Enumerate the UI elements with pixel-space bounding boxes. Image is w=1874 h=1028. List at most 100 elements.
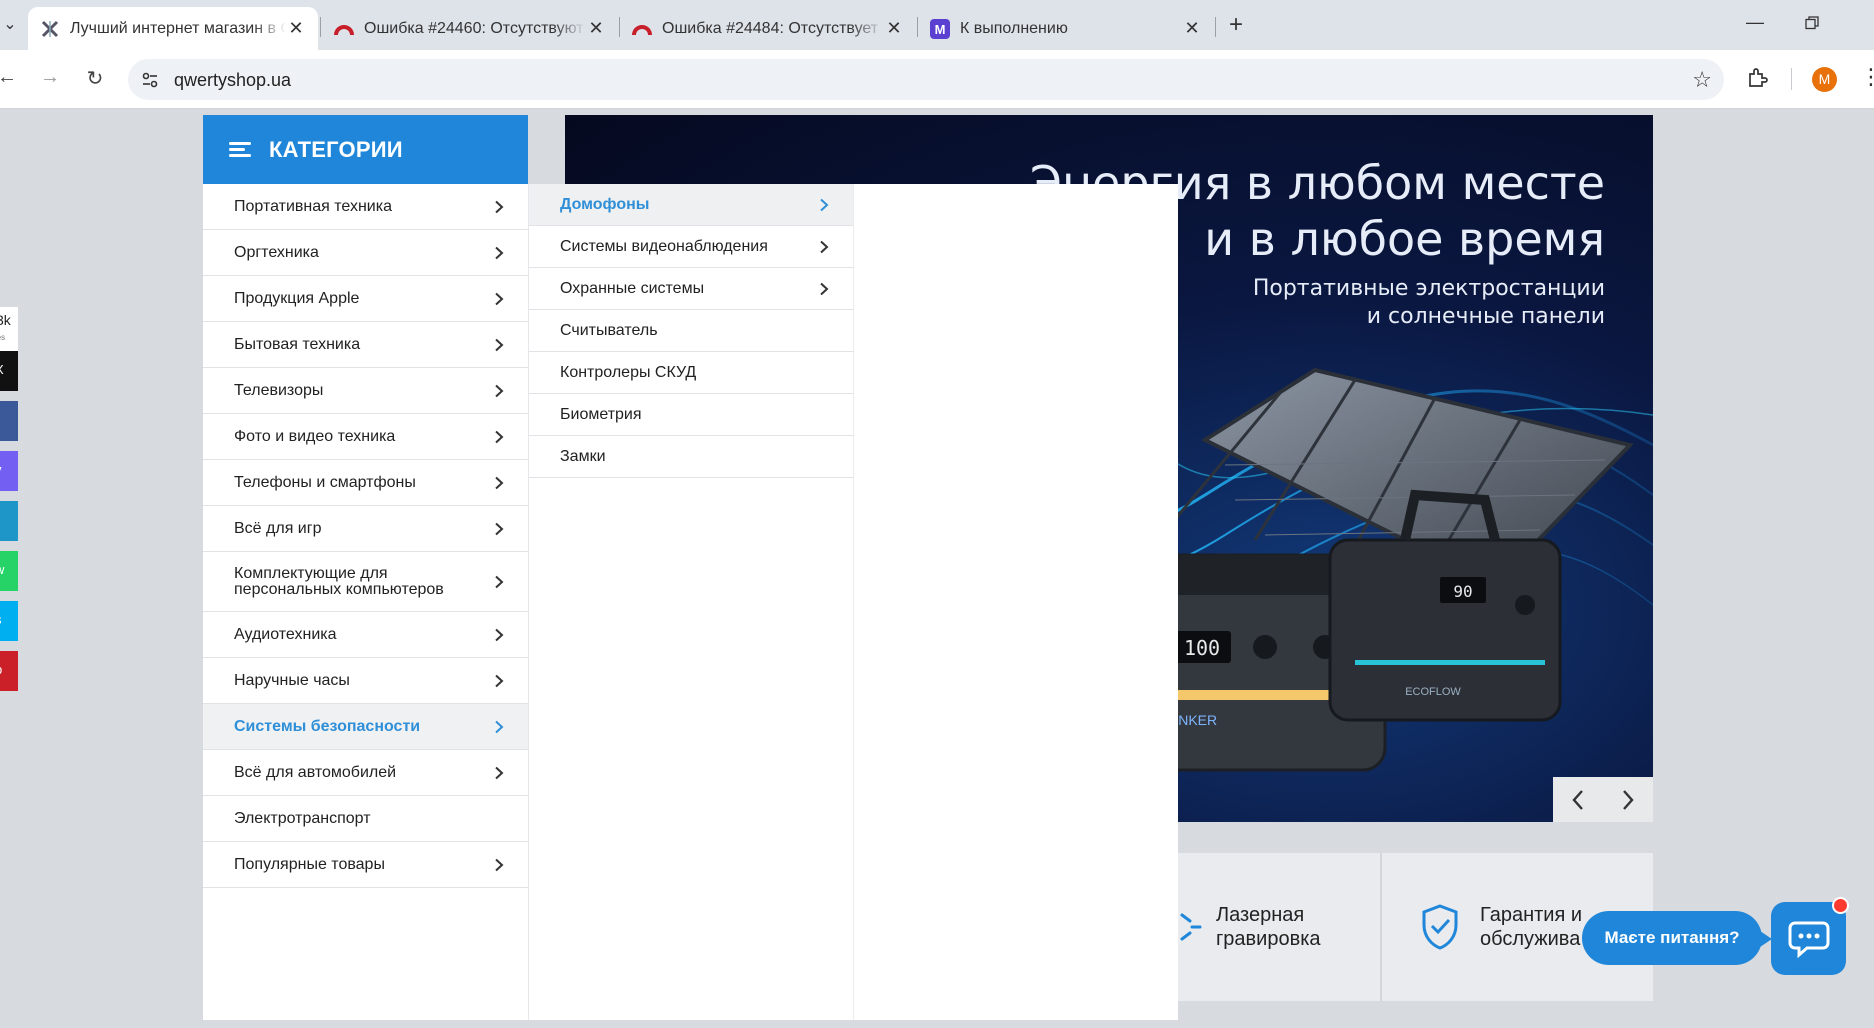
category-label: Аудиотехника xyxy=(234,625,337,643)
chat-prompt-bubble[interactable]: Маєте питання? xyxy=(1582,911,1772,965)
slider-prev-button[interactable] xyxy=(1553,777,1603,822)
share-telegram-button[interactable]: t xyxy=(0,501,18,541)
category-item[interactable]: Всё для автомобилей xyxy=(203,750,528,796)
slider-next-button[interactable] xyxy=(1603,777,1653,822)
category-item[interactable]: Продукция Apple xyxy=(203,276,528,322)
redmine-favicon-icon xyxy=(334,19,354,39)
reload-icon[interactable]: ↻ xyxy=(82,66,108,92)
slider-controls xyxy=(1553,777,1653,822)
subcategory-label: Биометрия xyxy=(560,405,642,423)
category-label: Системы безопасности xyxy=(234,717,421,735)
notification-dot xyxy=(1832,897,1849,914)
category-item[interactable]: Бытовая техника xyxy=(203,322,528,368)
category-item[interactable]: Комплектующие для персональных компьютер… xyxy=(203,552,528,612)
tab-divider xyxy=(320,17,321,37)
display-right: 90 xyxy=(1453,582,1472,601)
category-item[interactable]: Портативная техника xyxy=(203,184,528,230)
new-tab-plus-icon[interactable]: + xyxy=(1222,12,1250,40)
subcategory-item[interactable]: Системы видеонаблюдения xyxy=(529,226,853,268)
display-left: 100 xyxy=(1184,636,1220,660)
tab-error-24460[interactable]: Ошибка #24460: Отсутствуют п ✕ xyxy=(322,7,618,50)
laser-icon xyxy=(1180,913,1202,941)
feature-text: Гарантия и обслужива xyxy=(1480,903,1582,951)
feature-text-line: Гарантия и xyxy=(1480,904,1583,926)
tab-qwertyshop[interactable]: Лучший интернет магазин в О ✕ xyxy=(28,7,318,50)
category-label: Бытовая техника xyxy=(234,335,361,353)
close-icon[interactable]: ✕ xyxy=(586,18,606,39)
tab-title: К выполнению xyxy=(960,19,1068,37)
chevron-right-icon xyxy=(820,282,829,295)
tab-search-chevron-icon[interactable]: ⌄ xyxy=(0,14,20,36)
category-item[interactable]: Телевизоры xyxy=(203,368,528,414)
categories-header[interactable]: КАТЕГОРИИ xyxy=(203,115,528,184)
chevron-right-icon xyxy=(495,200,504,213)
subcategory-item[interactable]: Домофоны xyxy=(529,184,853,226)
subcategory-item[interactable]: Замки xyxy=(529,436,853,478)
category-item[interactable]: Наручные часы xyxy=(203,658,528,704)
tab-to-do[interactable]: M К выполнению ✕ xyxy=(918,7,1214,50)
share-pinterest-button[interactable]: p xyxy=(0,651,18,691)
chevron-right-icon xyxy=(495,674,504,687)
address-bar[interactable]: qwertyshop.ua ☆ xyxy=(128,59,1724,100)
share-x-button[interactable]: X xyxy=(0,351,18,391)
redmine-favicon-icon xyxy=(632,19,652,39)
share-whatsapp-button[interactable]: w xyxy=(0,551,18,591)
tab-error-24484[interactable]: Ошибка #24484: Отсутствует с ✕ xyxy=(620,7,916,50)
category-label: Портативная техника xyxy=(234,197,392,215)
category-item[interactable]: Всё для игр xyxy=(203,506,528,552)
subcategory-item[interactable]: Считыватель xyxy=(529,310,853,352)
share-skype-button[interactable]: s xyxy=(0,601,18,641)
chevron-right-icon xyxy=(495,292,504,305)
profile-avatar[interactable]: M xyxy=(1812,67,1837,92)
category-label: Всё для игр xyxy=(234,519,322,537)
share-viber-button[interactable]: v xyxy=(0,451,18,491)
category-item[interactable]: Телефоны и смартфоны xyxy=(203,460,528,506)
category-item[interactable]: Системы безопасности xyxy=(203,704,528,750)
forward-arrow-icon[interactable]: → xyxy=(37,66,63,92)
back-arrow-icon[interactable]: ← xyxy=(0,66,20,92)
extensions-puzzle-icon[interactable] xyxy=(1746,66,1772,92)
category-label: Всё для автомобилей xyxy=(234,763,397,781)
subcategory-item[interactable]: Контролеры СКУД xyxy=(529,352,853,394)
banner-subline: Портативные электростанции и солнечные п… xyxy=(1253,275,1605,331)
feature-text-line: гравировка xyxy=(1216,928,1321,950)
subcategory-item[interactable]: Биометрия xyxy=(529,394,853,436)
toolbar-divider xyxy=(1791,68,1792,90)
restore-icon[interactable] xyxy=(1797,12,1827,38)
close-icon[interactable]: ✕ xyxy=(1182,18,1202,39)
close-icon[interactable]: ✕ xyxy=(286,18,306,39)
menu-kebab-icon[interactable]: ⋮ xyxy=(1860,64,1874,90)
bookmark-star-icon[interactable]: ☆ xyxy=(1692,67,1712,93)
share-count-value: 3k xyxy=(0,312,11,328)
category-list: Портативная техника Оргтехника Продукция A… xyxy=(203,184,528,1020)
subcategory-label: Контролеры СКУД xyxy=(560,363,697,381)
category-item[interactable]: Оргтехника xyxy=(203,230,528,276)
chevron-left-icon xyxy=(1572,789,1583,810)
shield-check-icon xyxy=(1422,904,1458,950)
close-icon[interactable]: ✕ xyxy=(884,18,904,39)
category-label: Наручные часы xyxy=(234,671,350,689)
category-item[interactable]: Электротранспорт xyxy=(203,796,528,842)
site-settings-icon[interactable] xyxy=(140,70,160,90)
feature-laser-engraving[interactable]: Лазерная гравировка xyxy=(1178,853,1380,1001)
category-item[interactable]: Аудиотехника xyxy=(203,612,528,658)
svg-text:M: M xyxy=(935,22,946,37)
banner-subline-line: и солнечные панели xyxy=(1366,304,1605,329)
category-label: Телефоны и смартфоны xyxy=(234,473,416,491)
chevron-right-icon xyxy=(495,720,504,733)
browser-toolbar: ← → ↻ qwertyshop.ua ☆ M ⋮ xyxy=(0,50,1874,109)
category-item[interactable]: Фото и видео техника xyxy=(203,414,528,460)
subcategory-item[interactable]: Охранные системы xyxy=(529,268,853,310)
url-text[interactable]: qwertyshop.ua xyxy=(174,70,291,91)
brand-right: ECOFLOW xyxy=(1405,686,1461,698)
category-item[interactable]: Популярные товары xyxy=(203,842,528,888)
qwertyshop-favicon-icon xyxy=(40,19,60,39)
category-label: Популярные товары xyxy=(234,855,385,873)
subcategory-label: Охранные системы xyxy=(560,279,705,297)
chat-open-button[interactable] xyxy=(1771,902,1846,975)
chevron-right-icon xyxy=(495,430,504,443)
share-facebook-button[interactable]: f xyxy=(0,401,18,441)
minimize-icon[interactable]: — xyxy=(1740,12,1770,38)
category-label: Продукция Apple xyxy=(234,289,360,307)
feature-text: Лазерная гравировка xyxy=(1216,903,1321,951)
